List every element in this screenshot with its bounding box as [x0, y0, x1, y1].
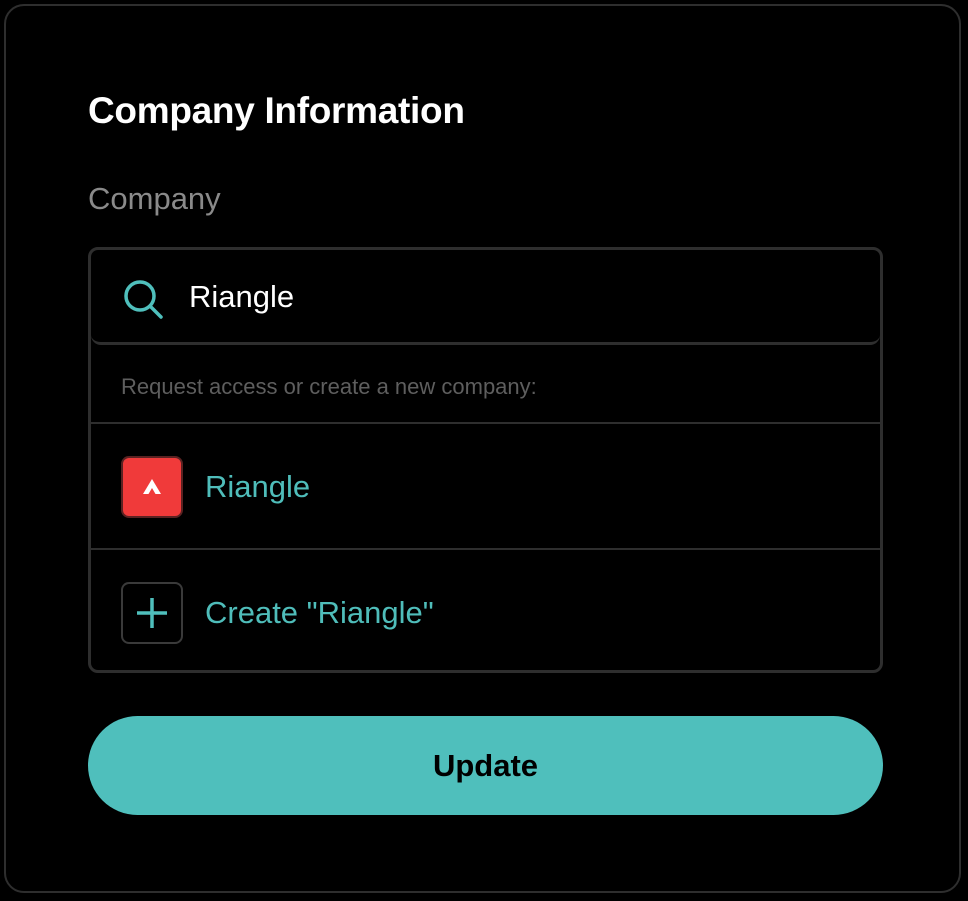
option-company-riangle[interactable]: Riangle [91, 424, 880, 548]
dropdown-hint: Request access or create a new company: [121, 374, 537, 399]
company-field-label: Company [88, 181, 221, 216]
search-row[interactable] [91, 250, 880, 345]
search-icon [124, 280, 163, 319]
option-create-company[interactable]: Create "Riangle" [91, 550, 880, 670]
company-logo-icon [121, 456, 183, 518]
option-label: Riangle [205, 469, 311, 504]
plus-icon [121, 582, 183, 644]
update-button[interactable]: Update [88, 716, 883, 815]
company-search-input[interactable] [189, 272, 839, 322]
company-info-card: Company Information Company Request acce… [4, 4, 961, 893]
page-title: Company Information [88, 90, 465, 131]
company-combobox: Request access or create a new company: … [88, 247, 883, 673]
option-label: Create "Riangle" [205, 595, 434, 630]
